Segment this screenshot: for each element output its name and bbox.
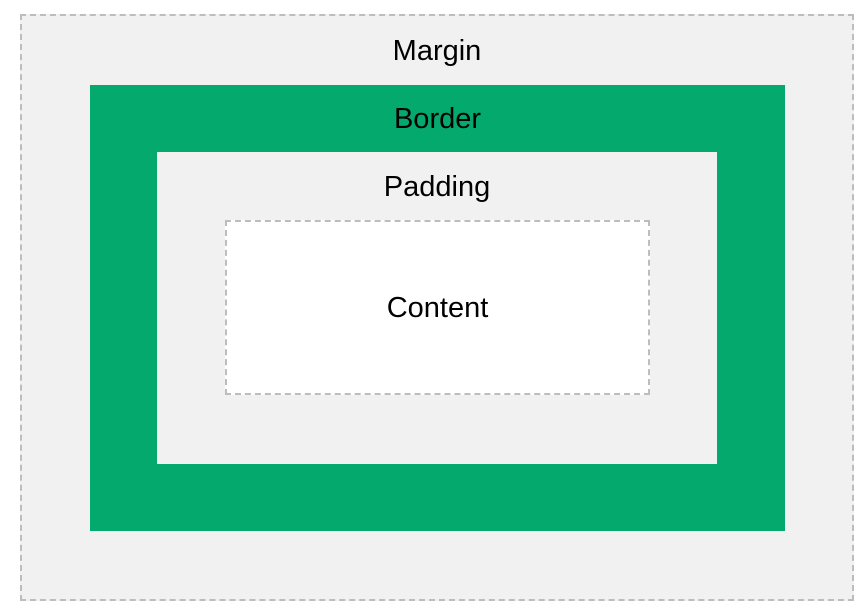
border-label: Border bbox=[393, 103, 482, 135]
padding-label: Padding bbox=[383, 171, 491, 203]
margin-label: Margin bbox=[392, 35, 482, 67]
content-label: Content bbox=[386, 292, 489, 324]
content-area: Content bbox=[225, 220, 650, 395]
